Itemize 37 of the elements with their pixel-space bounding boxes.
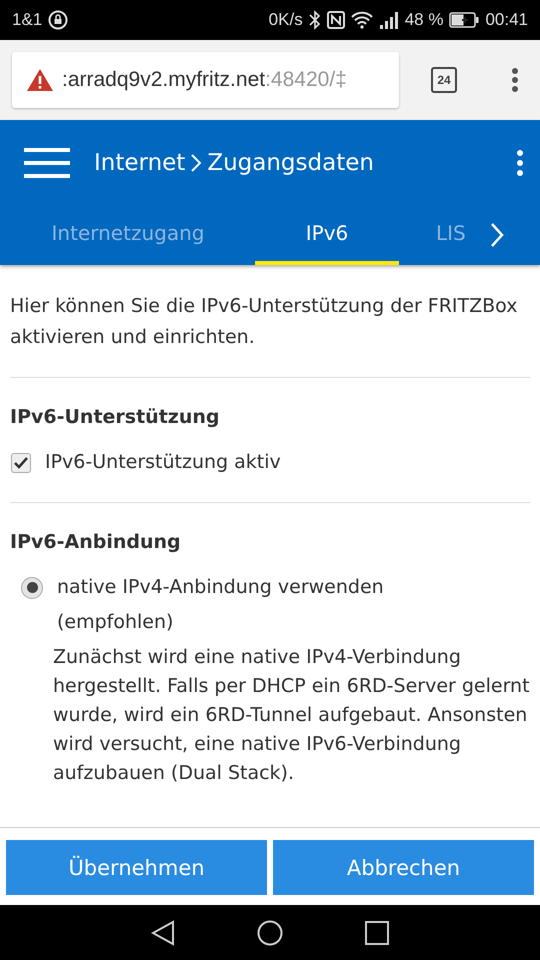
address-bar[interactable]: :arradq9v2.myfritz.net:48420/‡ xyxy=(12,52,399,108)
recents-icon[interactable] xyxy=(365,920,389,944)
more-icon[interactable] xyxy=(516,150,524,176)
signal-icon xyxy=(378,11,399,29)
nfc-icon xyxy=(326,11,345,29)
clock: 00:41 xyxy=(485,10,528,30)
battery-icon xyxy=(449,12,480,28)
battery-percent: 48 % xyxy=(404,10,444,30)
url-host: :arradq9v2.myfritz.net xyxy=(62,68,266,91)
url-path: :48420/‡ xyxy=(265,68,347,91)
home-icon[interactable] xyxy=(257,920,283,946)
network-speed: 0K/s xyxy=(268,10,303,30)
radio-label[interactable]: native IPv4-Anbindung verwenden xyxy=(57,572,384,603)
option-description: Zunächst wird eine native IPv4-Verbindung hergestellt. Falls per DHCP ein 6RD-Server gelernt wurde, wird ein 6RD-Tunnel aufgebaut. Ansonsten wird versucht, eine native IPv6-Verbindung aufzubauen (Dual Stack). xyxy=(53,645,530,786)
chevron-right-icon[interactable] xyxy=(490,222,504,248)
lock-icon xyxy=(48,10,68,30)
carrier: 1&1 xyxy=(12,10,42,30)
radio-note: (empfohlen) xyxy=(57,610,174,635)
apply-button[interactable]: Übernehmen xyxy=(6,840,267,895)
section-heading: IPv6-Anbindung xyxy=(10,530,182,555)
intro-text: Hier können Sie die IPv6-Unterstützung der FRITZBox aktivieren und einrichten. xyxy=(10,294,518,350)
cancel-button[interactable]: Abbrechen xyxy=(273,840,534,895)
tab-count-button[interactable]: 24 xyxy=(431,67,457,93)
chevron-icon xyxy=(191,154,202,172)
tab[interactable]: IPv6 xyxy=(255,205,399,265)
checkbox-label[interactable]: IPv6-Unterstützung aktiv xyxy=(45,447,281,478)
back-icon[interactable] xyxy=(151,920,175,946)
section-heading: IPv6-Unterstützung xyxy=(10,405,220,430)
wifi-icon xyxy=(350,11,373,29)
breadcrumb-item[interactable]: Internet xyxy=(94,150,186,176)
radio-button[interactable] xyxy=(21,576,43,598)
bluetooth-icon xyxy=(308,10,321,30)
menu-icon[interactable] xyxy=(24,146,70,178)
page-title: Zugangsdaten xyxy=(207,150,374,176)
warning-icon xyxy=(26,68,54,92)
more-icon[interactable] xyxy=(511,68,519,92)
checkbox[interactable] xyxy=(11,452,31,472)
